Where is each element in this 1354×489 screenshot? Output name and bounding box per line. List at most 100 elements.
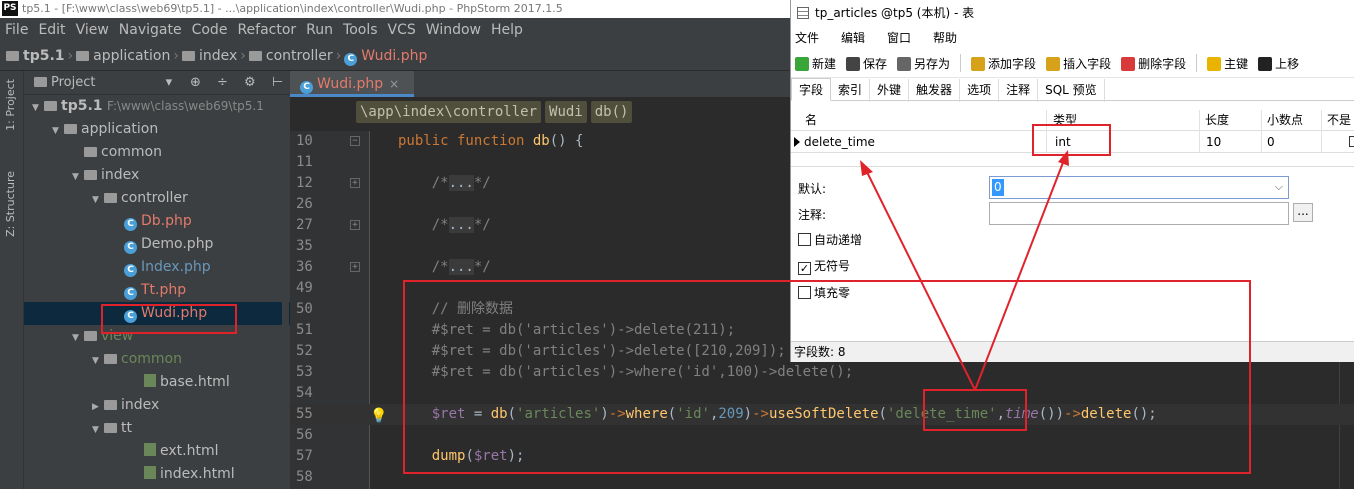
navicat-tab[interactable]: 字段 (791, 78, 832, 101)
tree-item-base-html[interactable]: base.html (24, 371, 290, 394)
code-breadcrumb-item[interactable]: Wudi (545, 101, 587, 123)
field-decimals-cell[interactable]: 0 (1267, 131, 1275, 153)
tree-item-label: base.html (160, 374, 230, 390)
toolbar-button-key[interactable]: 主键 (1207, 50, 1248, 78)
menu-item-vcs[interactable]: VCS (383, 22, 421, 38)
expand-down-icon[interactable]: ▼ (72, 327, 84, 350)
menu-item-edit[interactable]: Edit (33, 22, 70, 38)
expand-down-icon[interactable]: ▼ (92, 189, 104, 212)
navicat-menu-item[interactable]: 编辑 (841, 31, 865, 45)
toolbar-separator (960, 54, 962, 72)
navicat-tab[interactable]: 触发器 (909, 79, 961, 102)
project-scrollbar[interactable] (282, 95, 289, 489)
breadcrumb-item[interactable]: tp5.1 (6, 48, 65, 64)
navicat-tab[interactable]: 选项 (960, 79, 1000, 102)
editor-tab-wudi[interactable]: C Wudi.php × (290, 71, 414, 97)
menu-item-tools[interactable]: Tools (338, 22, 383, 38)
tree-item-common[interactable]: ▼ common (24, 348, 290, 371)
toolbar-button-delete-field[interactable]: 删除字段 (1121, 50, 1186, 78)
navicat-menu-item[interactable]: 窗口 (887, 31, 911, 45)
navicat-menu-item[interactable]: 帮助 (933, 31, 957, 45)
navicat-tab[interactable]: 注释 (999, 79, 1039, 102)
fold-toggle-icon[interactable]: + (350, 178, 360, 188)
menu-item-navigate[interactable]: Navigate (114, 22, 187, 38)
chevron-down-icon[interactable]: ▾ (166, 75, 173, 90)
expand-down-icon[interactable]: ▼ (32, 97, 44, 120)
column-header-length[interactable]: 长度 (1205, 110, 1229, 131)
navicat-toolbar: 新建 保存 另存为 添加字段 插入字段 删除字段 主键 上移 (791, 50, 1354, 78)
navicat-menu-item[interactable]: 文件 (795, 31, 819, 45)
menu-item-file[interactable]: File (0, 22, 33, 38)
toolbar-button-add-field[interactable]: 添加字段 (971, 50, 1036, 78)
tree-item-tp5-1[interactable]: ▼ tp5.1 F:\www\class\web69\tp5.1 (24, 95, 290, 118)
tree-item-index-html[interactable]: index.html (24, 463, 290, 486)
tree-item-index-php[interactable]: C Index.php (24, 256, 290, 279)
php-file-icon: C (124, 241, 137, 254)
expand-down-icon[interactable]: ▼ (52, 120, 64, 143)
tree-item-tt-php[interactable]: C Tt.php (24, 279, 290, 302)
comment-input[interactable] (989, 202, 1289, 225)
column-header-not-null[interactable]: 不是 (1327, 110, 1351, 131)
expand-right-icon[interactable]: ▶ (92, 396, 104, 419)
breadcrumb-item[interactable]: application (76, 48, 170, 64)
code-breadcrumb-item[interactable]: \app\index\controller (356, 101, 542, 123)
fold-toggle-icon[interactable]: + (350, 220, 360, 230)
tree-item-db-php[interactable]: C Db.php (24, 210, 290, 233)
tool-tab-structure[interactable]: Z: Structure (4, 171, 17, 237)
toolbar-button-label: 删除字段 (1138, 57, 1187, 71)
breadcrumb-item[interactable]: controller (248, 48, 333, 64)
fold-toggle-icon[interactable]: − (350, 136, 360, 146)
default-value: 0 (992, 179, 1004, 196)
navicat-tab[interactable]: 外键 (870, 79, 910, 102)
close-icon[interactable]: × (389, 77, 399, 91)
html-file-icon (144, 466, 156, 479)
tree-item-common[interactable]: common (24, 141, 290, 164)
menu-item-view[interactable]: View (71, 22, 114, 38)
navicat-menu-bar: 文件 编辑 窗口 帮助 (791, 26, 1354, 50)
expand-down-icon[interactable]: ▼ (92, 350, 104, 373)
lightbulb-icon[interactable]: 💡 (370, 406, 387, 427)
code-token: ... (448, 217, 474, 233)
toolbar-button-save-as[interactable]: 另存为 (897, 50, 950, 78)
toolbar-button-plus[interactable]: 新建 (795, 50, 836, 78)
field-name-cell[interactable]: delete_time (804, 131, 875, 153)
project-panel-tools[interactable]: ⊕ ÷ ⚙ ⊢ (190, 71, 289, 95)
annotation-box-code-block (403, 280, 1251, 474)
tree-item-application[interactable]: ▼ application (24, 118, 290, 141)
expand-down-icon[interactable]: ▼ (72, 166, 84, 189)
column-header-name[interactable]: 名 (805, 110, 817, 131)
fold-toggle-icon[interactable]: + (350, 262, 360, 272)
navicat-tab[interactable]: 索引 (831, 79, 871, 102)
tree-item-controller[interactable]: ▼ controller (24, 187, 290, 210)
project-view-selector[interactable]: Project (51, 75, 95, 90)
tree-item-index[interactable]: ▶ index (24, 394, 290, 417)
code-token: /* (398, 217, 449, 233)
not-null-checkbox[interactable] (1349, 136, 1354, 147)
tool-tab-project[interactable]: 1: Project (4, 79, 17, 131)
breadcrumb-item[interactable]: index (181, 48, 237, 64)
tree-item-ext-html[interactable]: ext.html (24, 440, 290, 463)
default-value-select[interactable]: 0 ⌵ (989, 176, 1289, 199)
folder-icon (64, 124, 77, 134)
menu-item-run[interactable]: Run (301, 22, 338, 38)
toolbar-button-save[interactable]: 保存 (846, 50, 887, 78)
toolbar-button-arrow-up[interactable]: 上移 (1258, 50, 1299, 78)
folder-icon (6, 51, 19, 61)
tree-item-demo-php[interactable]: C Demo.php (24, 233, 290, 256)
code-breadcrumb-item[interactable]: db() (590, 101, 633, 123)
tree-item-index[interactable]: ▼ index (24, 164, 290, 187)
navicat-tab[interactable]: SQL 预览 (1038, 79, 1105, 102)
unsigned-checkbox[interactable]: ✓ 无符号 (798, 257, 850, 275)
expand-down-icon[interactable]: ▼ (92, 419, 104, 442)
breadcrumb-item[interactable]: C Wudi.php (344, 48, 427, 66)
comment-more-button[interactable]: ... (1293, 203, 1313, 222)
menu-item-help[interactable]: Help (486, 22, 528, 38)
menu-item-window[interactable]: Window (421, 22, 486, 38)
menu-item-code[interactable]: Code (187, 22, 233, 38)
toolbar-button-insert-field[interactable]: 插入字段 (1046, 50, 1111, 78)
column-header-decimals[interactable]: 小数点 (1267, 110, 1303, 131)
tree-item-tt[interactable]: ▼ tt (24, 417, 290, 440)
menu-item-refactor[interactable]: Refactor (232, 22, 301, 38)
auto-increment-checkbox[interactable]: 自动递增 (798, 231, 862, 248)
field-length-cell[interactable]: 10 (1206, 131, 1221, 153)
